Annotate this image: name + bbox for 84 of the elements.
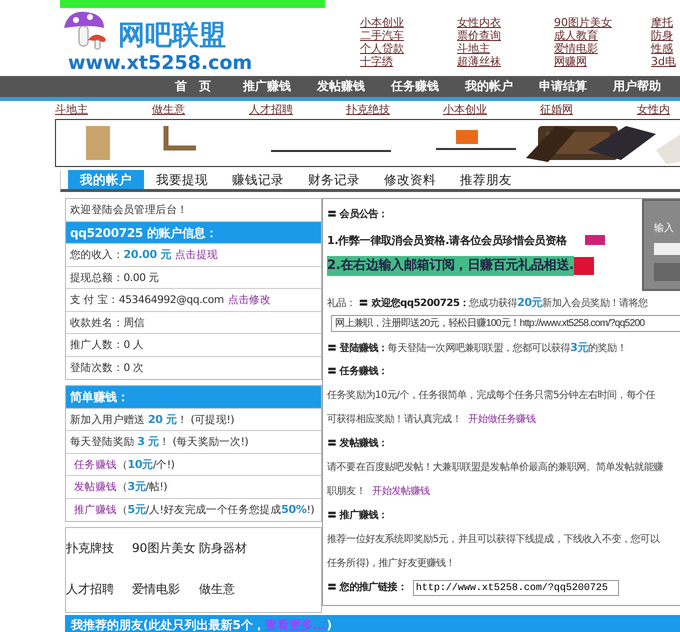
section-text: 任务奖励为10元/个，任务很简单，完成每个任务只需5分钟左右时间，每个任 bbox=[327, 388, 656, 403]
header-link[interactable]: 十字绣 bbox=[360, 55, 393, 68]
section-text: 推荐一位好友系统即奖励5元，并且可以获得下线提成，下线收入不变，您可以 bbox=[327, 532, 661, 547]
nav-item[interactable]: 首 页 bbox=[156, 76, 230, 97]
link[interactable]: 做生意 bbox=[199, 581, 279, 598]
header-link[interactable]: 成人教育 bbox=[554, 29, 598, 42]
link[interactable]: 点击修改 bbox=[228, 294, 271, 306]
header-link[interactable]: 90图片美女 bbox=[554, 16, 612, 29]
nav-item[interactable]: 任务赚钱 bbox=[378, 76, 452, 97]
info-row: 发帖赚钱（3元/帖!) bbox=[66, 476, 321, 498]
link[interactable]: 发帖赚钱 bbox=[74, 481, 117, 493]
link[interactable]: 爱情电影 bbox=[132, 581, 199, 598]
logo-title: 网吧联盟 bbox=[118, 20, 226, 52]
link[interactable]: 点击提现 bbox=[175, 249, 218, 261]
info-row: 推广人数：0 人 bbox=[66, 334, 321, 356]
header-link[interactable]: 二手汽车 bbox=[360, 29, 404, 42]
subscribe-button[interactable] bbox=[654, 263, 680, 281]
header-link[interactable]: 摩托 bbox=[651, 16, 673, 29]
subscribe-label: 输入 bbox=[654, 222, 675, 235]
tab[interactable]: 赚钱记录 bbox=[220, 170, 296, 189]
info-row: 您的收入：20.00 元 点击提现 bbox=[66, 244, 321, 266]
link[interactable]: 90图片美女 bbox=[132, 540, 199, 557]
header-link[interactable]: 性感 bbox=[651, 42, 673, 55]
nav-item[interactable]: 申请结算 bbox=[526, 76, 600, 97]
panel-header: qq5200725 的账户信息： bbox=[66, 222, 321, 244]
link[interactable]: 任务赚钱 bbox=[74, 458, 117, 470]
link[interactable]: 人才招聘 bbox=[66, 581, 132, 598]
info-row: 提现总额：0.00 元 bbox=[66, 266, 321, 289]
email-field[interactable] bbox=[654, 243, 680, 255]
category-link[interactable]: 做生意 bbox=[152, 101, 249, 119]
notice-text: 1.作弊一律取消会员资格.请各位会员珍惜会员资格 bbox=[327, 232, 567, 248]
category-link[interactable]: 征婚网 bbox=[540, 101, 637, 119]
nav-item[interactable]: 发帖赚钱 bbox=[304, 76, 378, 97]
notice-title: 〓 会员公告： bbox=[327, 208, 389, 222]
section-text: 任务所得)，推广好友更赚钱！ bbox=[327, 556, 456, 571]
info-row: 任务赚钱（10元/个!) bbox=[66, 454, 321, 476]
notice-text: 2.在右边输入邮箱订阅，日赚百元礼品相送. bbox=[327, 256, 574, 276]
category-link[interactable]: 人才招聘 bbox=[249, 101, 346, 119]
info-row: 每天登陆奖励 3 元！ (每天奖励一次!) bbox=[66, 431, 321, 454]
share-text-field[interactable]: 网上兼职，注册即送20元，轻松日赚100元！http://www.xt5258.com/?qq5200 bbox=[331, 315, 680, 332]
welcome-message: 礼品： 〓 欢迎您qq5200725：您成功获得20元新加入会员奖励！请将您 bbox=[327, 295, 649, 311]
tab[interactable]: 财务记录 bbox=[296, 170, 372, 189]
category-link[interactable]: 小本创业 bbox=[443, 101, 540, 119]
link[interactable]: 推广赚钱 bbox=[74, 504, 117, 516]
nav-item[interactable]: 用户帮助 bbox=[600, 76, 674, 97]
section-heading: 〓 任务赚钱： bbox=[327, 364, 389, 379]
header-link[interactable]: 斗地主 bbox=[457, 42, 490, 55]
logo-url: www.xt5258.com bbox=[67, 52, 254, 74]
header-link[interactable]: 防身 bbox=[651, 29, 673, 42]
tab[interactable]: 修改资料 bbox=[372, 170, 448, 189]
info-row-text: 登陆次数：0 次 bbox=[69, 360, 145, 376]
header-link[interactable]: 女性内衣 bbox=[457, 16, 501, 29]
header-link[interactable]: 票价查询 bbox=[457, 29, 501, 42]
header-link[interactable]: 3d电 bbox=[651, 55, 676, 68]
category-link[interactable]: 女性内 bbox=[637, 101, 680, 119]
link[interactable]: 开始发帖赚钱 bbox=[372, 486, 430, 497]
section-text: 〓 登陆赚钱：每天登陆一次网吧兼职联盟，您都可以获得3元的奖励！ bbox=[327, 340, 628, 356]
info-row: 新加入用户赠送 20 元！ (可提现!) bbox=[66, 408, 321, 431]
info-row: 收款姓名：周信 bbox=[66, 312, 321, 334]
header-link[interactable]: 网赚网 bbox=[554, 55, 587, 68]
header-link[interactable]: 个人贷款 bbox=[360, 42, 404, 55]
tab[interactable]: 推荐朋友 bbox=[448, 170, 524, 189]
header-link[interactable]: 爱情电影 bbox=[554, 42, 598, 55]
header-link[interactable]: 超薄丝袜 bbox=[457, 55, 501, 68]
category-link[interactable]: 扑克绝技 bbox=[346, 101, 443, 119]
friends-bar: 我推荐的朋友(此处只列出最新5个，查看更多...) bbox=[65, 615, 680, 632]
section-text: 职朋友！ 开始发帖赚钱 bbox=[327, 484, 431, 499]
link[interactable]: 防身器材 bbox=[199, 540, 279, 557]
promo-link-field[interactable]: http://www.xt5258.com/?qq5200725 bbox=[412, 580, 619, 596]
category-link[interactable]: 斗地主 bbox=[55, 101, 152, 119]
info-row: 支 付 宝：453464992@qq.com 点击修改 bbox=[66, 289, 321, 312]
tab[interactable]: 我要提现 bbox=[144, 170, 220, 189]
header-link[interactable]: 小本创业 bbox=[360, 16, 404, 29]
nav-item[interactable]: 推广赚钱 bbox=[230, 76, 304, 97]
info-row-text: 推广赚钱（5元/人!好友完成一个任务您提成50%!) bbox=[73, 502, 316, 518]
section-text: 可获得相应奖励！请认真完成！ 开始做任务赚钱 bbox=[327, 412, 536, 427]
panel-header: 简单赚钱： bbox=[66, 386, 321, 408]
section-text: 请不要在百度贴吧发帖！大兼职联盟是发帖单价最高的兼职网。简单发帖就能赚 bbox=[327, 460, 664, 475]
link[interactable]: 开始做任务赚钱 bbox=[468, 414, 536, 425]
nav-item[interactable]: 我的帐户 bbox=[452, 76, 526, 97]
section-heading: 〓 发帖赚钱： bbox=[327, 436, 389, 451]
section-heading: 〓 推广赚钱： bbox=[327, 508, 389, 523]
link[interactable]: 扑克牌技 bbox=[66, 540, 132, 557]
promo-label: 〓 您的推广链接： bbox=[327, 580, 407, 595]
